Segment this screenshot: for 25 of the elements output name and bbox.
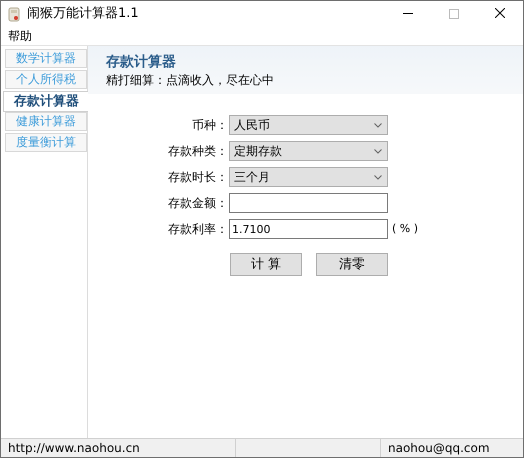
field-label: 币种： [191,117,228,134]
unit-label: ( % ) [392,220,418,237]
dropdown[interactable]: 人民币 [229,115,388,135]
close-icon[interactable] [495,8,505,18]
chevron-icon [374,122,382,128]
field-label: 存款利率： [167,221,228,238]
input-field[interactable]: 1.7100 [229,219,388,239]
field-label: 存款时长： [167,169,228,186]
input-field[interactable] [229,193,388,213]
dropdown[interactable]: 定期存款 [229,141,388,161]
field-label: 存款种类： [167,143,228,160]
sidebar-tab[interactable]: 存款计算器 [3,91,88,112]
menu-item[interactable]: 帮助 [1,26,39,44]
window-title: 闹猴万能计算器1.1 [27,4,139,23]
field-label: 存款金额： [167,195,228,212]
chevron-icon [374,174,382,180]
dropdown[interactable]: 三个月 [229,167,388,187]
panel-subtitle: 精打细算：点滴收入，尽在心中 [106,72,275,88]
status-text: http://www.naohou.cn [1,439,236,457]
chevron-icon [374,148,382,154]
panel-title: 存款计算器 [106,53,177,72]
action-button[interactable]: 清零 [316,253,388,276]
status-text: naohou@qq.com [387,440,491,457]
action-button[interactable]: 计 算 [230,253,302,276]
app-icon [7,6,21,22]
